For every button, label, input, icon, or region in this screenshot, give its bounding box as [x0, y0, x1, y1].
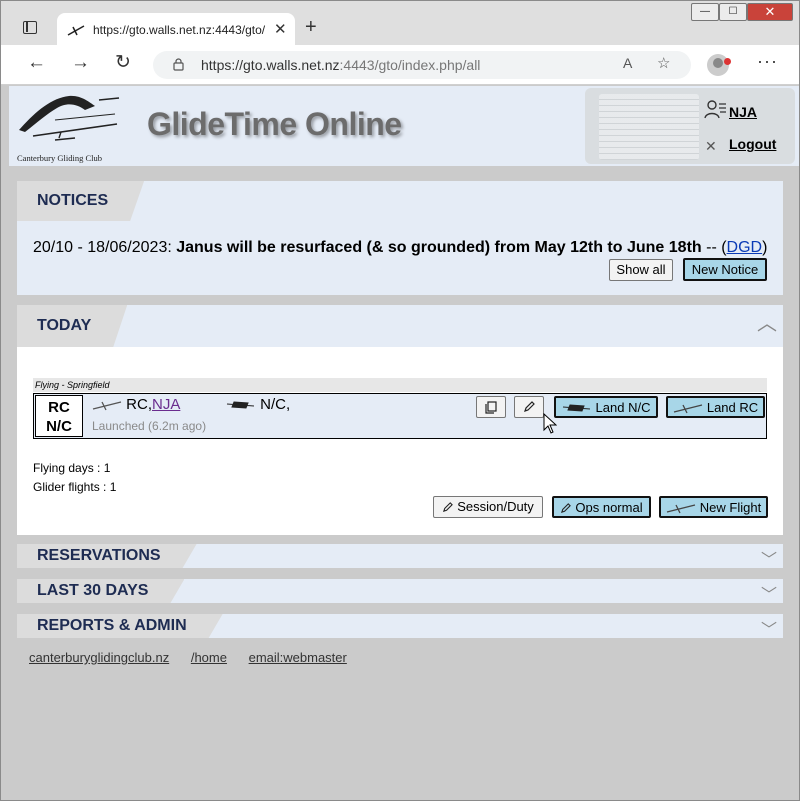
page-content: Canterbury Gliding Club GlideTime Online… [1, 86, 799, 800]
notices-section: NOTICES 20/10 - 18/06/2023: Janus will b… [17, 181, 783, 295]
reports-admin-heading: REPORTS & ADMIN [17, 614, 223, 638]
glider-favicon-icon [67, 25, 85, 36]
glider-icon [666, 504, 695, 514]
user-link[interactable]: NJA [729, 104, 757, 120]
address-bar[interactable]: https://gto.walls.net.nz:4443/gto/index.… [153, 51, 691, 79]
glider-icon [92, 401, 122, 411]
maximize-button[interactable]: ☐ [719, 3, 747, 21]
ops-normal-button[interactable]: Ops normal [552, 496, 651, 518]
chevron-down-icon[interactable]: ﹀ [761, 581, 777, 605]
reports-admin-section[interactable]: REPORTS & ADMIN ﹀ [17, 614, 783, 640]
session-duty-button[interactable]: Session/Duty [433, 496, 543, 518]
tab-strip: https://gto.walls.net.nz:4443/gto/ ✕ + —… [1, 1, 799, 47]
read-aloud-icon[interactable]: A [623, 55, 632, 71]
logout-link[interactable]: Logout [729, 136, 776, 152]
crew-nc: N/C, [226, 396, 290, 413]
club-site-link[interactable]: canterburyglidingclub.nz [29, 650, 169, 665]
today-heading: TODAY [17, 305, 127, 347]
last-30-days-section[interactable]: LAST 30 DAYS ﹀ [17, 579, 783, 605]
tab-title: https://gto.walls.net.nz:4443/gto/ [93, 23, 266, 37]
glider-icon [673, 404, 703, 414]
mouse-cursor-icon [543, 413, 557, 434]
copy-icon [485, 401, 497, 414]
user-icon [704, 100, 726, 119]
favorite-icon[interactable]: ☆ [657, 54, 670, 72]
club-logo: Canterbury Gliding Club [17, 95, 120, 163]
notice-item: 20/10 - 18/06/2023: Janus will be resurf… [33, 239, 768, 256]
pencil-icon [524, 401, 535, 412]
logbook-image [599, 94, 699, 160]
reservations-section[interactable]: RESERVATIONS ﹀ [17, 544, 783, 570]
flying-days-count: Flying days : 1 [33, 461, 111, 475]
glider-flights-count: Glider flights : 1 [33, 480, 117, 494]
profile-status-dot [724, 58, 731, 65]
user-panel: NJA ✕ Logout [585, 88, 795, 164]
reservations-heading: RESERVATIONS [17, 544, 197, 568]
copy-flight-button[interactable] [476, 396, 506, 418]
chevron-up-icon[interactable]: ︿ [757, 307, 777, 336]
site-header: Canterbury Gliding Club GlideTime Online… [9, 86, 799, 166]
webmaster-email-link[interactable]: email:webmaster [249, 650, 347, 665]
tab-close-icon[interactable]: ✕ [274, 20, 287, 38]
towplane-icon [226, 401, 255, 409]
forward-icon[interactable]: → [71, 53, 90, 73]
footer-links: canterburyglidingclub.nz /home email:web… [29, 650, 365, 665]
towplane-icon [562, 404, 590, 412]
notice-author-link[interactable]: DGD [727, 239, 763, 256]
browser-tab[interactable]: https://gto.walls.net.nz:4443/gto/ ✕ [57, 13, 295, 47]
pencil-icon [561, 502, 572, 513]
new-notice-button[interactable]: New Notice [683, 258, 767, 281]
chevron-down-icon[interactable]: ﹀ [761, 616, 777, 640]
back-icon[interactable]: ← [27, 53, 46, 73]
reload-icon[interactable]: ↻ [115, 53, 131, 73]
logout-icon: ✕ [705, 138, 717, 154]
land-rc-button[interactable]: Land RC [666, 396, 765, 418]
flying-location-label: Flying - Springfield [33, 378, 767, 392]
notices-heading: NOTICES [17, 181, 144, 221]
svg-text:Canterbury Gliding Club: Canterbury Gliding Club [17, 153, 102, 163]
tab-actions-icon[interactable] [23, 21, 37, 34]
launch-status: Launched (6.2m ago) [92, 419, 207, 433]
new-tab-icon[interactable]: + [305, 17, 317, 37]
home-link[interactable]: /home [191, 650, 227, 665]
last-30-days-heading: LAST 30 DAYS [17, 579, 184, 603]
minimize-button[interactable]: — [691, 3, 719, 21]
pencil-icon [443, 501, 454, 512]
close-window-button[interactable]: ✕ [747, 3, 793, 21]
chevron-down-icon[interactable]: ﹀ [761, 546, 777, 570]
today-section-body: Flying - Springfield RC N/C RC,NJA N/C, … [17, 347, 783, 535]
lock-icon [173, 58, 184, 71]
app-title: GlideTime Online [147, 106, 402, 142]
flight-row: RC N/C RC,NJA N/C, Launched (6.2m ago) L… [33, 393, 767, 439]
crew-rc: RC,NJA [92, 396, 180, 413]
more-menu-icon[interactable]: ··· [757, 51, 778, 72]
new-flight-button[interactable]: New Flight [659, 496, 768, 518]
glider-id: RC N/C [35, 395, 83, 437]
land-nc-button[interactable]: Land N/C [554, 396, 658, 418]
url-text: https://gto.walls.net.nz:4443/gto/index.… [201, 57, 481, 73]
show-all-button[interactable]: Show all [609, 259, 673, 281]
pilot-link[interactable]: NJA [152, 396, 180, 413]
today-section-header[interactable]: TODAY ︿ [17, 305, 783, 347]
edit-flight-button[interactable] [514, 396, 544, 418]
browser-window: https://gto.walls.net.nz:4443/gto/ ✕ + —… [0, 0, 800, 801]
browser-toolbar: ← → ↻ https://gto.walls.net.nz:4443/gto/… [1, 45, 799, 85]
